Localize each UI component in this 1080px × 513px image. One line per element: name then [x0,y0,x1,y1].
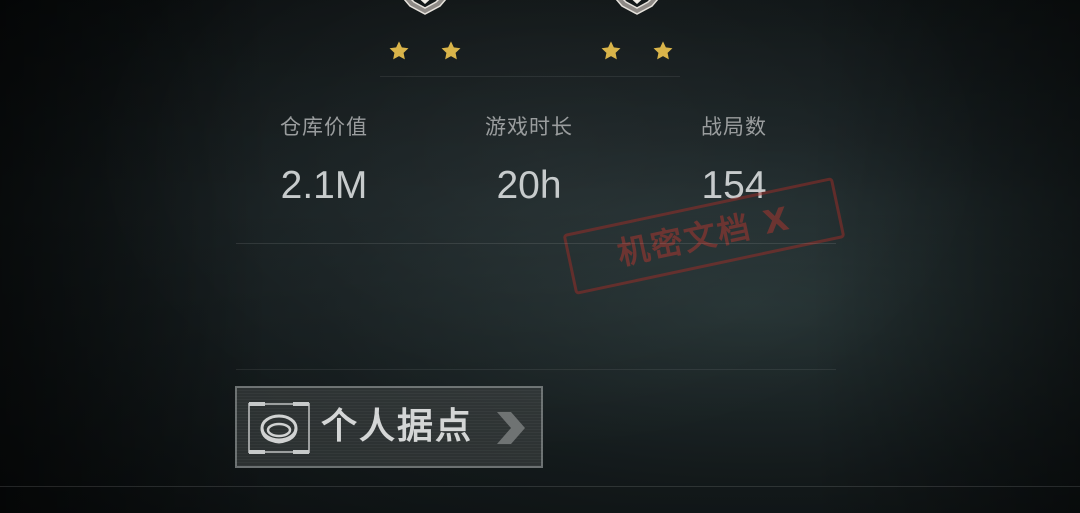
star-icon [653,41,673,60]
stat-label: 游戏时长 [485,115,573,139]
stat-warehouse-value: 仓库价值 2.1M [224,112,424,208]
section-divider [236,369,836,370]
stat-value: 20h [496,164,562,207]
stat-label: 仓库价值 [280,115,368,139]
rank-stars [388,40,462,62]
base-icon [248,402,310,454]
rank-stars [600,40,674,62]
stat-play-time: 游戏时长 20h [429,112,629,208]
personal-base-label: 个人据点 [321,406,474,447]
chevron-right-icon [497,412,525,444]
stat-label: 战局数 [701,115,767,139]
badge-divider [380,76,680,77]
rank-emblem-icon [403,0,447,15]
rank-badge-right [592,0,682,70]
rank-emblem-icon [615,0,659,15]
star-icon [389,41,409,60]
stat-value: 2.1M [280,164,368,207]
star-icon [601,41,621,60]
section-divider [236,243,836,244]
bottom-divider [0,486,1080,487]
rank-badge-left [380,0,470,70]
star-icon [441,41,461,60]
personal-base-button[interactable]: 个人据点 [235,386,543,468]
